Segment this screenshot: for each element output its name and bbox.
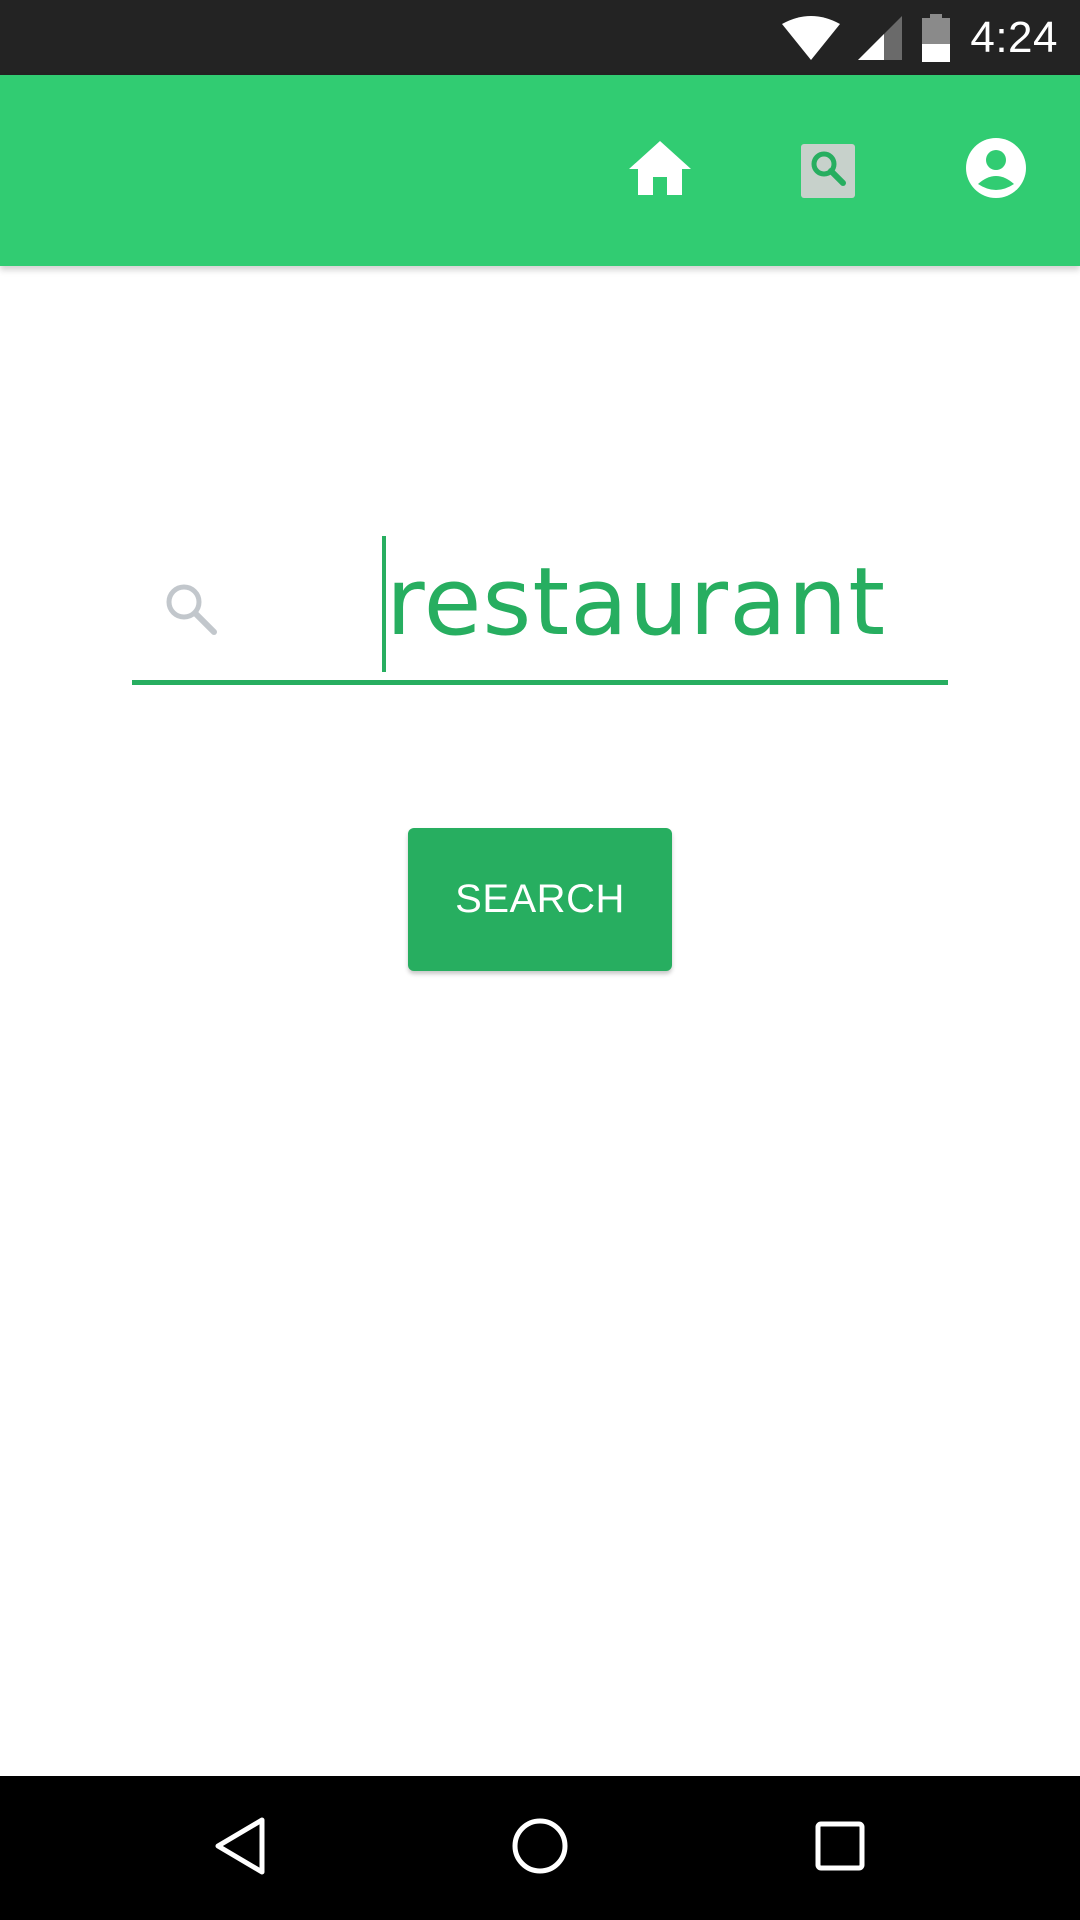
account-circle-icon [966,138,1026,203]
nav-search-button[interactable] [790,75,866,266]
status-bar: 4:24 [0,0,1080,75]
home-circle-icon [511,1817,569,1880]
search-underline [132,680,948,685]
recents-icon [814,1820,866,1877]
system-back-button[interactable] [180,1776,300,1920]
search-button[interactable]: SEARCH [408,828,672,971]
search-input[interactable]: restaurant [386,548,886,658]
search-icon [162,580,218,641]
nav-search-selected-indicator [801,143,855,198]
system-home-button[interactable] [480,1776,600,1920]
system-recents-button[interactable] [780,1776,900,1920]
system-nav-bar [0,1776,1080,1920]
app-bar [0,75,1080,266]
back-icon [212,1816,268,1881]
cell-signal-icon [858,15,903,60]
status-time: 4:24 [970,12,1058,62]
search-icon [810,150,846,191]
search-screen: 4:24 restaurant SEARCH [0,0,1080,1920]
home-icon [629,141,691,200]
battery-icon [920,13,952,62]
nav-home-button[interactable] [620,75,700,266]
nav-profile-button[interactable] [960,75,1032,266]
search-field[interactable]: restaurant [132,520,948,686]
status-icons: 4:24 [782,0,1058,75]
wifi-icon [782,15,841,60]
